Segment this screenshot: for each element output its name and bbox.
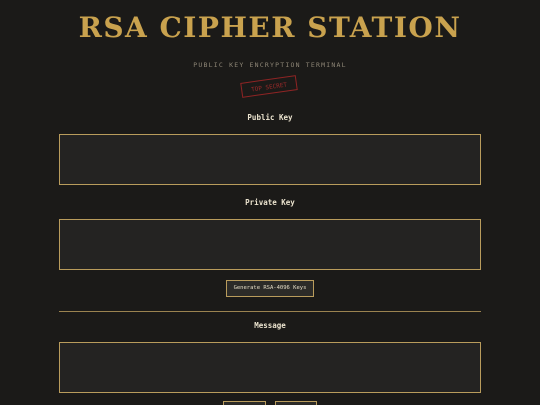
private-key-label: Private Key bbox=[245, 198, 295, 207]
message-field[interactable] bbox=[59, 342, 481, 393]
message-label: Message bbox=[254, 321, 286, 330]
generate-keys-button[interactable]: Generate RSA-4096 Keys bbox=[226, 280, 314, 297]
public-key-label: Public Key bbox=[247, 113, 293, 122]
public-key-field[interactable] bbox=[59, 134, 481, 185]
private-key-field[interactable] bbox=[59, 219, 481, 270]
decrypt-button[interactable] bbox=[275, 401, 317, 405]
top-secret-stamp: TOP SECRET bbox=[240, 75, 298, 98]
encrypt-button[interactable] bbox=[223, 401, 266, 405]
page-subtitle: PUBLIC KEY ENCRYPTION TERMINAL bbox=[193, 61, 347, 69]
section-divider bbox=[59, 311, 481, 312]
page-title: RSA CIPHER STATION bbox=[78, 11, 462, 44]
